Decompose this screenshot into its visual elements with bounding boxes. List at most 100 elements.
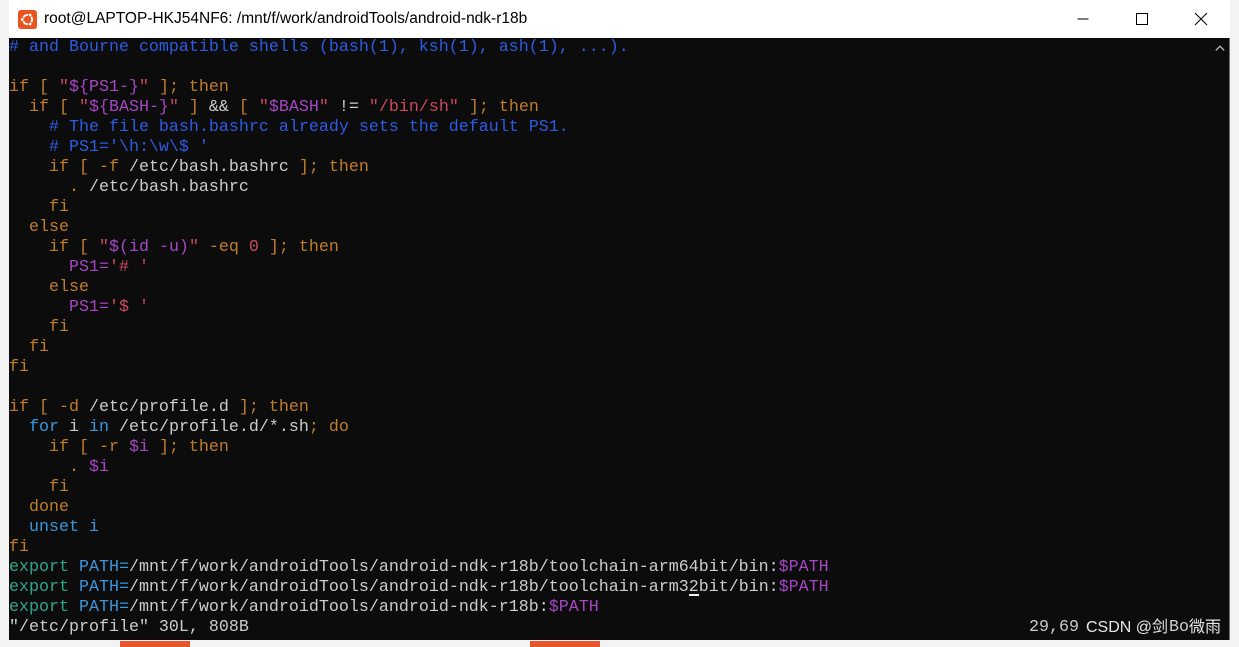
watermark-end: 微雨: [1189, 619, 1222, 636]
window-border: [1229, 38, 1230, 640]
code-token: PATH=: [78, 598, 129, 617]
editor-line: # and Bourne compatible shells (bash(1),…: [9, 38, 1211, 58]
code-token: -eq: [198, 238, 249, 257]
code-token: $i: [88, 458, 109, 477]
code-token: unset i: [9, 518, 99, 537]
close-button[interactable]: [1171, 0, 1230, 38]
code-token: ": [188, 238, 199, 257]
code-token: /mnt/f/work/androidTools/android-ndk-r18…: [128, 558, 779, 577]
vim-editor[interactable]: # and Bourne compatible shells (bash(1),…: [9, 38, 1211, 640]
editor-line: export PATH=/mnt/f/work/androidTools/and…: [9, 598, 1211, 618]
code-token: ]; then: [228, 398, 309, 417]
editor-line: fi: [9, 538, 1211, 558]
code-token: ${PS1-}: [68, 78, 139, 97]
code-token: for: [9, 418, 59, 437]
code-token: fi: [9, 318, 69, 337]
watermark-start: CSDN @剑: [1086, 619, 1169, 636]
code-token: ]: [178, 98, 199, 117]
code-token: $PATH: [778, 578, 829, 597]
cursor-character: 2: [688, 578, 699, 597]
editor-line: PS1='$ ': [9, 298, 1211, 318]
editor-line: . /etc/bash.bashrc: [9, 178, 1211, 198]
code-token: ": [318, 98, 329, 117]
code-token: /etc/bash.bashrc: [128, 158, 289, 177]
window-title: root@LAPTOP-HKJ54NF6: /mnt/f/work/androi…: [44, 10, 528, 27]
maximize-button[interactable]: [1112, 0, 1171, 38]
code-token: ]; then: [148, 438, 229, 457]
editor-line: fi: [9, 478, 1211, 498]
ruler-position: 29,69: [1029, 618, 1079, 637]
code-token: ]; then: [288, 158, 369, 177]
code-token: fi: [9, 198, 69, 217]
code-token: $BASH: [268, 98, 319, 117]
maximize-icon: [1135, 13, 1148, 25]
editor-line: unset i: [9, 518, 1211, 538]
editor-line: if [ "${PS1-}" ]; then: [9, 78, 1211, 98]
code-token: # PS1='\h:\w\$ ': [9, 138, 209, 157]
code-token: /etc/profile.d: [88, 398, 229, 417]
code-token: done: [9, 498, 69, 517]
code-token: ": [168, 98, 179, 117]
editor-line: # The file bash.bashrc already sets the …: [9, 118, 1211, 138]
scroll-up-button[interactable]: [1211, 38, 1229, 58]
code-token: !=: [328, 98, 369, 117]
ubuntu-icon[interactable]: [18, 10, 37, 29]
code-token: ; do: [308, 418, 349, 437]
title-bar[interactable]: root@LAPTOP-HKJ54NF6: /mnt/f/work/androi…: [9, 0, 1230, 38]
code-token: ": [98, 238, 109, 257]
code-token: else: [9, 278, 89, 297]
editor-line: export PATH=/mnt/f/work/androidTools/and…: [9, 578, 1211, 598]
code-token: &&: [198, 98, 239, 117]
code-token: export: [9, 598, 69, 617]
code-token: fi: [9, 538, 29, 557]
code-token: else: [9, 218, 69, 237]
code-token: # and Bourne compatible shells (bash(1),…: [9, 38, 629, 57]
code-token: .: [9, 458, 89, 477]
code-token: .: [9, 178, 89, 197]
code-token: $i: [128, 438, 149, 457]
code-token: fi: [9, 338, 49, 357]
editor-line: export PATH=/mnt/f/work/androidTools/and…: [9, 558, 1211, 578]
editor-line: if [ -f /etc/bash.bashrc ]; then: [9, 158, 1211, 178]
editor-line: fi: [9, 318, 1211, 338]
code-token: # The file bash.bashrc already sets the …: [9, 118, 569, 137]
code-token: "/bin/sh": [368, 98, 459, 117]
code-token: bit/bin:: [698, 578, 779, 597]
editor-lines: # and Bourne compatible shells (bash(1),…: [9, 38, 1211, 618]
code-token: 0: [248, 238, 259, 257]
editor-line: for i in /etc/profile.d/*.sh; do: [9, 418, 1211, 438]
code-token: PATH=: [78, 558, 129, 577]
background-app-thumbnail: [120, 641, 190, 647]
code-token: '$ ': [108, 298, 149, 317]
code-token: /etc/bash.bashrc: [88, 178, 249, 197]
code-token: export: [9, 558, 69, 577]
code-token: if [: [9, 98, 79, 117]
vertical-scrollbar[interactable]: [1211, 38, 1229, 640]
editor-line: else: [9, 278, 1211, 298]
background-app-thumbnail: [530, 641, 600, 647]
editor-line: PS1='# ': [9, 258, 1211, 278]
minimize-button[interactable]: [1053, 0, 1112, 38]
code-token: if [: [9, 78, 59, 97]
editor-line: fi: [9, 198, 1211, 218]
status-message: "/etc/profile" 30L, 808B: [9, 618, 249, 637]
ruler-scroll: Bo: [1169, 618, 1189, 637]
code-token: fi: [9, 478, 69, 497]
code-token: [: [238, 98, 259, 117]
code-token: if [ -r: [9, 438, 129, 457]
code-token: PATH=: [78, 578, 129, 597]
editor-line: fi: [9, 338, 1211, 358]
code-token: $PATH: [548, 598, 599, 617]
code-token: ": [78, 98, 89, 117]
code-token: ${BASH-}: [88, 98, 169, 117]
editor-line: if [ -d /etc/profile.d ]; then: [9, 398, 1211, 418]
code-token: ": [58, 78, 69, 97]
code-token: /etc/profile.d/*.sh: [108, 418, 309, 437]
code-token: ]; then: [258, 238, 339, 257]
code-token: PS1=: [68, 298, 109, 317]
code-token: export: [9, 578, 69, 597]
